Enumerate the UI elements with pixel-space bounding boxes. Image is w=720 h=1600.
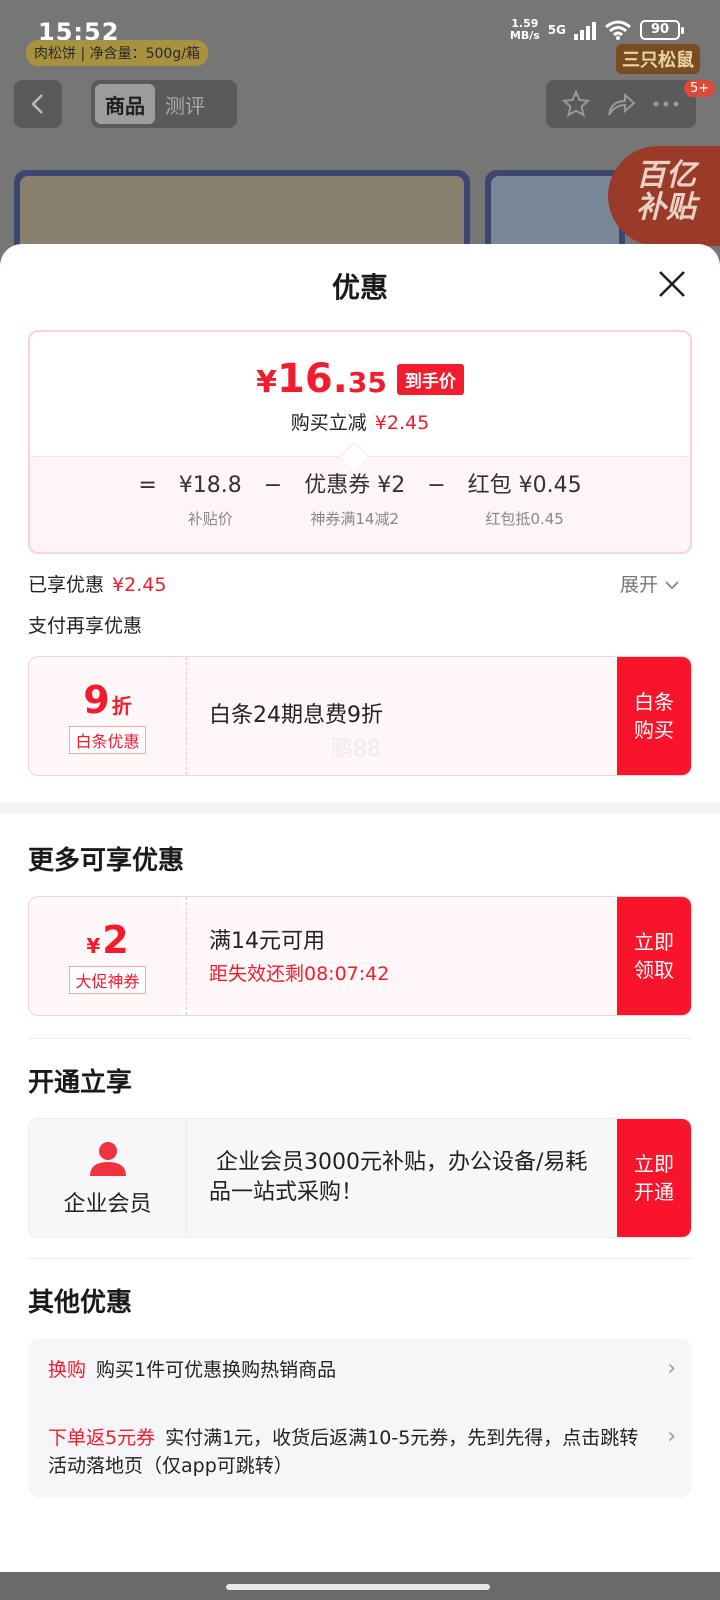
product-spec-tag: 肉松饼 | 净含量：500g/箱 bbox=[26, 40, 208, 66]
coupon-chip: 大促神券 bbox=[69, 966, 146, 994]
close-button[interactable] bbox=[652, 264, 692, 304]
sheet-title: 优惠 bbox=[331, 271, 388, 304]
brand-logo: 三只松鼠 bbox=[616, 44, 700, 74]
final-price-card: ¥ 16. 35 到手价 购买立减 ¥2.45 = ¥18.8 补贴价 − 优惠券… bbox=[28, 330, 692, 554]
minus-sign: − bbox=[263, 473, 283, 498]
baitiao-chip: 白条优惠 bbox=[69, 726, 146, 754]
network-speed: 1.59 MB/s bbox=[509, 17, 540, 42]
pay-more-label: 支付再享优惠 bbox=[28, 615, 143, 637]
baitiao-description: 白条24期息费9折 bbox=[209, 703, 383, 728]
baitiao-offer-card: 9折 白条优惠 白条24期息费9折 鹏88 白条购买 bbox=[28, 656, 692, 776]
equals-sign: = bbox=[138, 473, 157, 498]
open-benefit-title: 开通立享 bbox=[28, 1068, 133, 1098]
tab-product[interactable]: 商品 bbox=[95, 84, 155, 124]
final-price-tag: 到手价 bbox=[396, 363, 464, 395]
price-breakdown: = ¥18.8 补贴价 − 优惠券 ¥2 神券满14减2 − 红包 ¥0.45 … bbox=[30, 472, 690, 529]
coupon-offer-card: ¥2 大促神券 满14元可用 距失效还剩08:07:42 立即领取 bbox=[28, 896, 692, 1016]
notification-badge: 5+ bbox=[684, 80, 716, 97]
more-offers-title: 更多可享优惠 bbox=[28, 846, 185, 876]
chevron-left-icon bbox=[31, 94, 43, 114]
status-indicators: 1.59 MB/s 5G 90 bbox=[509, 17, 684, 42]
other-offers-list: 换购 购买1件可优惠换购热销商品 › 下单返5元券 实付满1元，收货后返满10-5元… bbox=[28, 1338, 692, 1498]
watermark: 鹏88 bbox=[331, 737, 381, 762]
coupon-amount: ¥2 bbox=[86, 918, 129, 962]
chevron-right-icon: › bbox=[667, 1424, 676, 1449]
home-indicator[interactable] bbox=[226, 1584, 490, 1590]
back-button[interactable] bbox=[14, 80, 62, 128]
discount-sheet: 优惠 ¥ 16. 35 到手价 购买立减 ¥2.45 = ¥18.8 补贴价 − … bbox=[0, 244, 720, 1572]
tab-review[interactable]: 测评 bbox=[155, 84, 215, 124]
baitiao-discount: 9折 bbox=[83, 678, 132, 722]
chevron-down-icon bbox=[665, 581, 679, 590]
claim-coupon-button[interactable]: 立即领取 bbox=[617, 897, 691, 1015]
section-divider bbox=[0, 802, 720, 814]
minus-sign: − bbox=[427, 473, 446, 498]
instant-discount: 购买立减 ¥2.45 bbox=[290, 412, 430, 434]
expand-button[interactable]: 展开 bbox=[620, 570, 680, 597]
star-icon[interactable] bbox=[561, 89, 591, 119]
member-description: 企业会员3000元补贴，办公设备/易耗品一站式采购！ bbox=[209, 1150, 588, 1205]
user-icon bbox=[89, 1142, 126, 1176]
share-icon[interactable] bbox=[605, 89, 637, 119]
wifi-icon bbox=[604, 19, 632, 41]
coupon-countdown: 距失效还剩08:07:42 bbox=[209, 962, 390, 985]
close-icon bbox=[659, 271, 685, 297]
nav-tabs: 商品 测评 bbox=[91, 80, 237, 128]
open-member-button[interactable]: 立即开通 bbox=[617, 1119, 691, 1237]
subsidy-badge: 百亿 补贴 bbox=[608, 146, 720, 246]
breakdown-red-packet: 红包 ¥0.45 红包抵0.45 bbox=[467, 473, 582, 528]
system-nav-bar bbox=[0, 1572, 720, 1600]
final-price: ¥ 16. 35 到手价 bbox=[30, 356, 690, 402]
chevron-right-icon: › bbox=[667, 1356, 676, 1381]
signal-type: 5G bbox=[547, 23, 566, 37]
nav-actions bbox=[546, 80, 696, 128]
other-offers-title: 其他优惠 bbox=[28, 1288, 133, 1318]
battery-icon: 90 bbox=[640, 20, 684, 40]
signal-bars-icon bbox=[574, 20, 596, 40]
coupon-condition: 满14元可用 bbox=[209, 928, 325, 954]
more-icon[interactable] bbox=[651, 89, 681, 119]
other-offer-item[interactable]: 换购 购买1件可优惠换购热销商品 bbox=[48, 1356, 652, 1384]
breakdown-subsidy-price: ¥18.8 补贴价 bbox=[178, 473, 242, 528]
member-label: 企业会员 bbox=[63, 1192, 152, 1217]
baitiao-buy-button[interactable]: 白条购买 bbox=[617, 657, 691, 775]
enjoyed-discount: 已享优惠 ¥2.45 bbox=[28, 574, 167, 596]
member-offer-card: 企业会员 企业会员3000元补贴，办公设备/易耗品一站式采购！ 立即开通 bbox=[28, 1118, 692, 1238]
breakdown-coupon: 优惠券 ¥2 神券满14减2 bbox=[304, 473, 406, 528]
background-page: 15:52 1.59 MB/s 5G 90 商品 测评 5+ 肉松饼 | 净含量… bbox=[0, 0, 720, 270]
other-offer-item[interactable]: 下单返5元券 实付满1元，收货后返满10-5元券，先到先得，点击跳转活动落地页（仅… bbox=[48, 1424, 652, 1480]
